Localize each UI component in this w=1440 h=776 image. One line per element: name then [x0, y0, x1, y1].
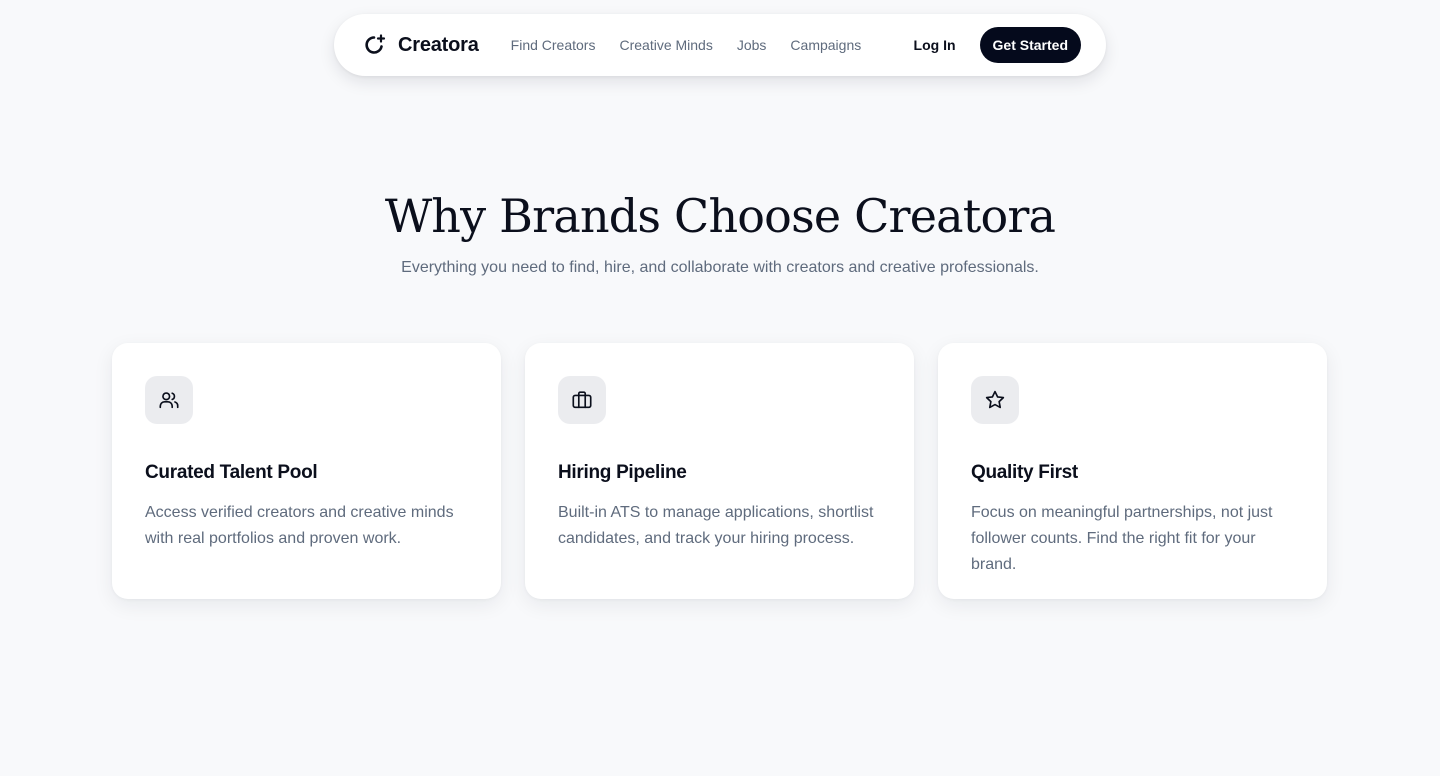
star-icon [971, 376, 1019, 424]
feature-description: Focus on meaningful partnerships, not ju… [971, 504, 1273, 573]
feature-description: Built-in ATS to manage applications, sho… [558, 504, 874, 547]
creatora-logo-icon [365, 34, 386, 54]
feature-description: Access verified creators and creative mi… [145, 504, 454, 547]
brand-name: Creatora [398, 33, 479, 56]
nav-link-creative-minds[interactable]: Creative Minds [619, 37, 712, 53]
nav-link-campaigns[interactable]: Campaigns [790, 37, 861, 53]
users-icon [145, 376, 193, 424]
nav-link-jobs[interactable]: Jobs [737, 37, 767, 53]
section-title: Why Brands Choose Creatora [384, 189, 1056, 243]
feature-title: Quality First [971, 462, 1078, 483]
get-started-button[interactable]: Get Started [979, 27, 1081, 63]
primary-nav: Find Creators Creative Minds Jobs Campai… [511, 37, 862, 53]
feature-cards: Curated Talent Pool Access verified crea… [112, 343, 1327, 599]
briefcase-icon [558, 376, 606, 424]
feature-title: Curated Talent Pool [145, 462, 318, 483]
feature-card-hiring-pipeline: Hiring Pipeline Built-in ATS to manage a… [525, 343, 914, 599]
nav-link-find-creators[interactable]: Find Creators [511, 37, 596, 53]
brand-logo-link[interactable]: Creatora [362, 33, 479, 57]
feature-card-curated-talent-pool: Curated Talent Pool Access verified crea… [112, 343, 501, 599]
login-link[interactable]: Log In [914, 37, 956, 53]
section-subtitle: Everything you need to find, hire, and c… [401, 259, 1039, 276]
top-navbar: Creatora Find Creators Creative Minds Jo… [334, 14, 1106, 76]
feature-card-quality-first: Quality First Focus on meaningful partne… [938, 343, 1327, 599]
feature-title: Hiring Pipeline [558, 462, 687, 483]
nav-actions: Log In Get Started [914, 27, 1081, 63]
